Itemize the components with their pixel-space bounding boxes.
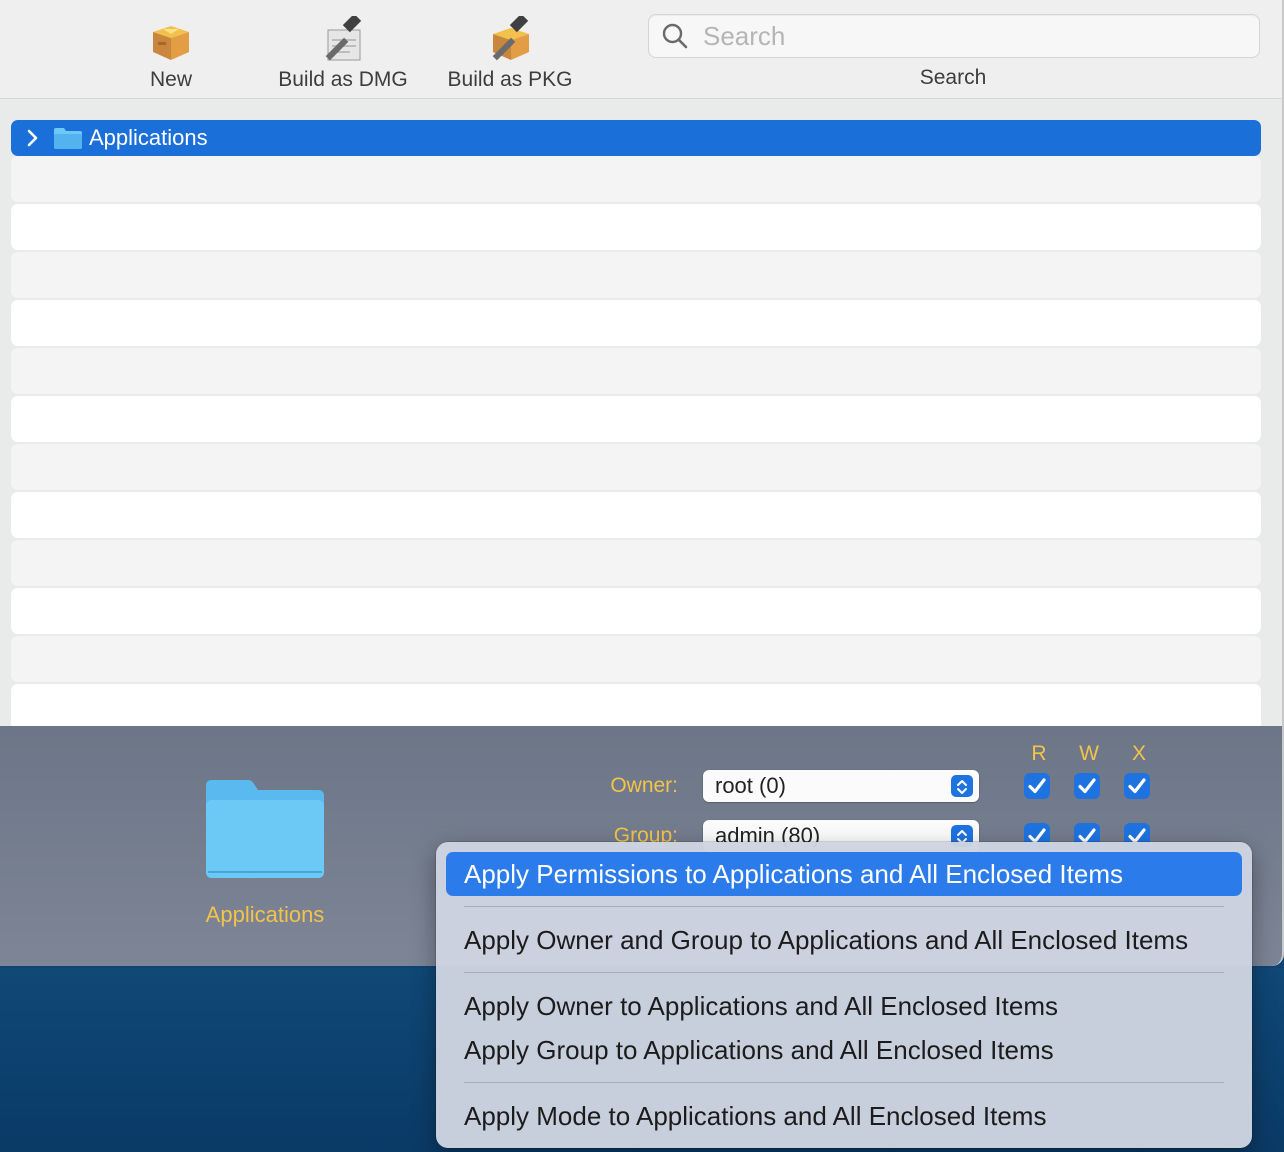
folder-icon xyxy=(54,128,82,149)
file-outline-list[interactable]: Applications xyxy=(0,99,1282,730)
menu-separator xyxy=(464,1082,1224,1083)
checkmark-icon xyxy=(1078,778,1096,794)
list-row xyxy=(11,444,1261,490)
write-column-header: W xyxy=(1079,742,1099,765)
owner-read-checkbox[interactable] xyxy=(1024,773,1050,799)
menu-separator xyxy=(464,906,1224,907)
execute-column-header: X xyxy=(1131,742,1146,765)
build-as-dmg-label: Build as DMG xyxy=(278,68,408,91)
owner-label: Owner: xyxy=(610,774,678,797)
list-row xyxy=(11,636,1261,682)
outline-item-name: Applications xyxy=(89,125,208,150)
build-as-pkg-label: Build as PKG xyxy=(447,68,573,91)
list-row xyxy=(11,492,1261,538)
chevron-updown-icon xyxy=(951,775,973,797)
chevron-right-icon[interactable] xyxy=(23,128,41,148)
menu-separator xyxy=(464,972,1224,973)
search-input[interactable] xyxy=(701,19,1245,53)
list-row xyxy=(11,588,1261,634)
menu-item-apply-mode[interactable]: Apply Mode to Applications and All Enclo… xyxy=(446,1094,1242,1138)
owner-write-checkbox[interactable] xyxy=(1074,773,1100,799)
list-row xyxy=(11,540,1261,586)
apply-permissions-menu: Apply Permissions to Applications and Al… xyxy=(436,842,1252,1148)
build-dmg-icon xyxy=(270,12,416,62)
search-icon xyxy=(662,23,688,49)
owner-value: root (0) xyxy=(715,773,786,798)
menu-item-apply-permissions[interactable]: Apply Permissions to Applications and Al… xyxy=(446,852,1242,896)
list-row xyxy=(11,156,1261,202)
list-row xyxy=(11,684,1261,730)
menu-item-label: Apply Owner to Applications and All Encl… xyxy=(464,991,1058,1021)
checkmark-icon xyxy=(1128,778,1146,794)
checkmark-icon xyxy=(1028,778,1046,794)
folder-caption: Applications xyxy=(205,902,325,927)
build-as-dmg-button[interactable]: Build as DMG xyxy=(270,12,416,92)
menu-item-label: Apply Owner and Group to Applications an… xyxy=(464,925,1189,955)
new-label: New xyxy=(149,68,192,91)
menu-item-apply-owner[interactable]: Apply Owner to Applications and All Encl… xyxy=(446,984,1242,1028)
list-row xyxy=(11,300,1261,346)
owner-popup[interactable]: root (0) xyxy=(703,770,979,802)
outline-row-applications[interactable]: Applications xyxy=(11,120,1261,156)
menu-item-label: Apply Group to Applications and All Encl… xyxy=(464,1035,1054,1065)
folder-icon xyxy=(206,780,324,878)
menu-item-label: Apply Mode to Applications and All Enclo… xyxy=(464,1101,1047,1131)
toolbar: New Build as DMG Build as PKG Search Sea… xyxy=(0,0,1282,99)
search-label: Search xyxy=(919,66,987,89)
menu-item-label: Apply Permissions to Applications and Al… xyxy=(464,859,1124,889)
owner-execute-checkbox[interactable] xyxy=(1124,773,1150,799)
build-pkg-icon xyxy=(440,12,580,62)
new-button[interactable]: New xyxy=(126,12,216,92)
build-as-pkg-button[interactable]: Build as PKG xyxy=(440,12,580,92)
search-field[interactable] xyxy=(648,14,1260,58)
new-package-icon xyxy=(126,12,216,62)
list-row xyxy=(11,348,1261,394)
list-row xyxy=(11,396,1261,442)
menu-item-apply-group[interactable]: Apply Group to Applications and All Encl… xyxy=(446,1028,1242,1072)
list-row xyxy=(11,204,1261,250)
read-column-header: R xyxy=(1031,742,1047,765)
menu-item-apply-owner-and-group[interactable]: Apply Owner and Group to Applications an… xyxy=(446,918,1242,962)
list-row xyxy=(11,252,1261,298)
packages-window: New Build as DMG Build as PKG Search Sea… xyxy=(0,0,1284,966)
